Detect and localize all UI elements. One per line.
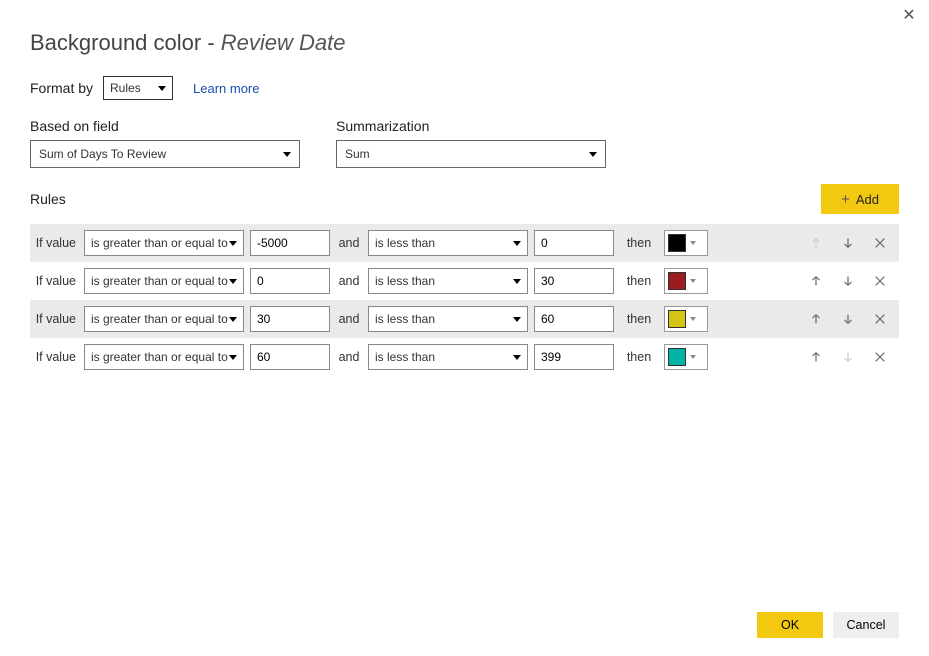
chevron-down-icon [229,241,237,246]
chevron-down-icon [229,279,237,284]
rule-val2-input[interactable] [534,344,614,370]
based-on-field-value: Sum of Days To Review [39,147,166,161]
delete-rule-icon[interactable] [871,272,889,290]
if-value-label: If value [34,236,78,250]
chevron-down-icon [690,241,696,245]
dialog-title: Background color - Review Date [30,30,899,56]
chevron-down-icon [690,279,696,283]
chevron-down-icon [229,317,237,322]
summarization-label: Summarization [336,118,606,134]
move-up-icon[interactable] [807,272,825,290]
rule-val1-input[interactable] [250,306,330,332]
then-label: then [620,350,658,364]
summarization-select[interactable]: Sum [336,140,606,168]
format-by-select[interactable]: Rules [103,76,173,100]
add-label: Add [856,192,879,207]
cancel-button[interactable]: Cancel [833,612,899,638]
delete-rule-icon[interactable] [871,234,889,252]
rules-label: Rules [30,191,66,207]
and-label: and [336,350,362,364]
if-value-label: If value [34,274,78,288]
chevron-down-icon [513,279,521,284]
move-up-icon[interactable] [807,348,825,366]
based-on-field-label: Based on field [30,118,300,134]
color-swatch [668,310,686,328]
rule-op1-value: is greater than or equal to [91,350,228,364]
if-value-label: If value [34,312,78,326]
move-up-icon [807,234,825,252]
move-down-icon [839,348,857,366]
rule-val1-input[interactable] [250,344,330,370]
move-down-icon[interactable] [839,272,857,290]
rule-val2-input[interactable] [534,306,614,332]
rule-op2-select[interactable]: is less than [368,268,528,294]
rule-op1-select[interactable]: is greater than or equal to [84,230,244,256]
rule-op2-select[interactable]: is less than [368,230,528,256]
rule-op1-select[interactable]: is greater than or equal to [84,344,244,370]
move-down-icon[interactable] [839,234,857,252]
rule-color-picker[interactable] [664,230,708,256]
rule-row: If value is greater than or equal to andis… [30,262,899,300]
add-rule-button[interactable]: + Add [821,184,899,214]
chevron-down-icon [158,86,166,91]
then-label: then [620,236,658,250]
chevron-down-icon [513,355,521,360]
delete-rule-icon[interactable] [871,348,889,366]
if-value-label: If value [34,350,78,364]
rule-op2-value: is less than [375,274,435,288]
chevron-down-icon [513,241,521,246]
rule-color-picker[interactable] [664,344,708,370]
rule-op2-select[interactable]: is less than [368,344,528,370]
rule-op2-value: is less than [375,350,435,364]
and-label: and [336,236,362,250]
ok-button[interactable]: OK [757,612,823,638]
chevron-down-icon [690,355,696,359]
summarization-value: Sum [345,147,370,161]
rule-row: If value is greater than or equal to andis… [30,300,899,338]
plus-icon: + [841,192,850,207]
close-icon[interactable]: ✕ [899,6,919,26]
rule-op1-value: is greater than or equal to [91,236,228,250]
rule-row: If value is greater than or equal to andis… [30,224,899,262]
move-up-icon[interactable] [807,310,825,328]
format-by-label: Format by [30,80,93,96]
learn-more-link[interactable]: Learn more [193,81,259,96]
title-field: Review Date [221,30,346,55]
rule-val1-input[interactable] [250,230,330,256]
chevron-down-icon [283,152,291,157]
delete-rule-icon[interactable] [871,310,889,328]
move-down-icon[interactable] [839,310,857,328]
then-label: then [620,274,658,288]
chevron-down-icon [589,152,597,157]
rule-row: If value is greater than or equal to andis… [30,338,899,376]
chevron-down-icon [690,317,696,321]
rule-color-picker[interactable] [664,306,708,332]
chevron-down-icon [229,355,237,360]
color-swatch [668,234,686,252]
rule-op1-value: is greater than or equal to [91,274,228,288]
rule-color-picker[interactable] [664,268,708,294]
rule-op1-select[interactable]: is greater than or equal to [84,268,244,294]
color-swatch [668,348,686,366]
color-swatch [668,272,686,290]
then-label: then [620,312,658,326]
rule-val2-input[interactable] [534,268,614,294]
rule-op1-select[interactable]: is greater than or equal to [84,306,244,332]
and-label: and [336,312,362,326]
format-by-value: Rules [110,81,141,95]
rule-val1-input[interactable] [250,268,330,294]
rule-op2-value: is less than [375,236,435,250]
rule-op2-select[interactable]: is less than [368,306,528,332]
rule-op2-value: is less than [375,312,435,326]
rule-val2-input[interactable] [534,230,614,256]
and-label: and [336,274,362,288]
based-on-field-select[interactable]: Sum of Days To Review [30,140,300,168]
chevron-down-icon [513,317,521,322]
rule-op1-value: is greater than or equal to [91,312,228,326]
title-prefix: Background color - [30,30,221,55]
